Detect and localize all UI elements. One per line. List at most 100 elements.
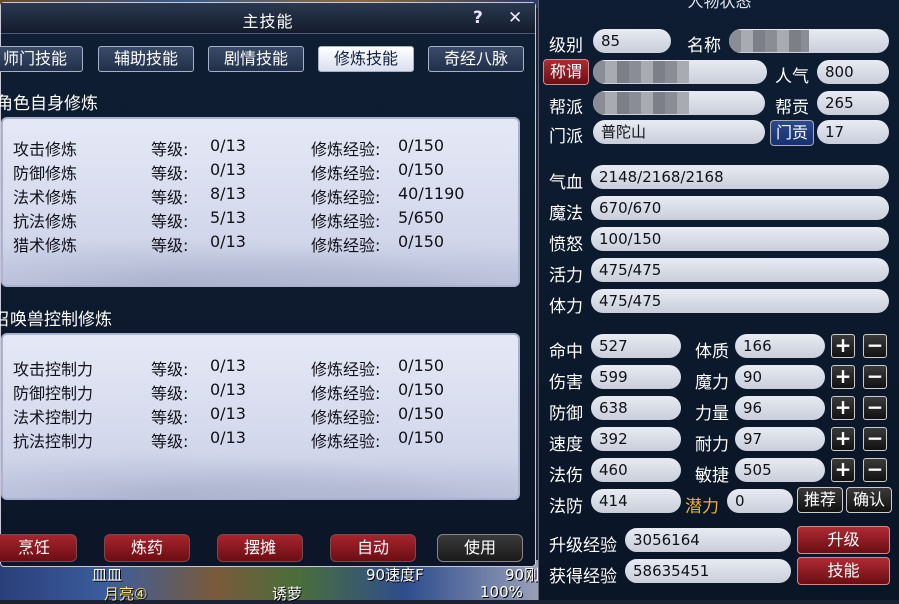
table-row[interactable]: 攻击修炼 等级: 0/13 修炼经验: 0/150 bbox=[13, 136, 513, 160]
skill-name: 防御控制力 bbox=[13, 384, 94, 403]
tab-assist-skills[interactable]: 辅助技能 bbox=[98, 46, 194, 72]
exp-value: 0/150 bbox=[398, 404, 445, 423]
exp-label: 修炼经验: bbox=[311, 384, 381, 403]
potential-label: 潜力 bbox=[685, 497, 719, 517]
plus-icon[interactable]: + bbox=[831, 427, 855, 451]
school-label: 门派 bbox=[549, 127, 583, 147]
skill-window-title: 主技能 bbox=[242, 12, 294, 31]
exp-value: 0/150 bbox=[398, 356, 445, 375]
vital-label-stamina: 体力 bbox=[549, 297, 583, 317]
scene-text: 诱萝 bbox=[272, 585, 303, 603]
level-value: 0/13 bbox=[210, 428, 246, 447]
level-label: 等级: bbox=[151, 140, 189, 159]
redacted-gang bbox=[593, 92, 689, 114]
table-row[interactable]: 法术修炼 等级: 8/13 修炼经验: 40/1190 bbox=[13, 184, 513, 208]
title-field bbox=[593, 60, 767, 84]
level-value: 0/13 bbox=[210, 160, 246, 179]
level-label: 等级: bbox=[151, 164, 189, 183]
table-row[interactable]: 防御修炼 等级: 0/13 修炼经验: 0/150 bbox=[13, 160, 513, 184]
vital-label-mp: 魔法 bbox=[549, 204, 583, 224]
skill-window-titlebar[interactable]: 主技能 ? ✕ bbox=[1, 3, 535, 34]
character-status-window: 人物状态 级别 85 名称 称谓 人气 800 帮派 帮贡 265 门派 普陀山… bbox=[538, 0, 899, 600]
skill-name: 攻击修炼 bbox=[13, 140, 78, 159]
vital-label-rage: 愤怒 bbox=[549, 235, 583, 255]
level-label: 等级: bbox=[151, 408, 189, 427]
school-contrib-button[interactable]: 门贡 bbox=[770, 120, 814, 146]
level-value: 0/13 bbox=[210, 136, 246, 155]
popularity-field: 800 bbox=[817, 60, 889, 84]
alchemy-button[interactable]: 炼药 bbox=[104, 534, 190, 562]
minus-icon[interactable]: − bbox=[863, 365, 887, 389]
minus-icon[interactable]: − bbox=[863, 334, 887, 358]
stat-label-magic-defense: 法防 bbox=[549, 497, 583, 517]
exp-value: 0/150 bbox=[398, 136, 445, 155]
minus-icon[interactable]: − bbox=[863, 427, 887, 451]
auto-button[interactable]: 自动 bbox=[330, 534, 416, 562]
self-cultivation-card: 攻击修炼 等级: 0/13 修炼经验: 0/150 防御修炼 等级: 0/13 … bbox=[1, 117, 520, 287]
plus-icon[interactable]: + bbox=[831, 365, 855, 389]
table-row[interactable]: 法术控制力 等级: 0/13 修炼经验: 0/150 bbox=[13, 404, 513, 428]
exp-value: 5/650 bbox=[398, 208, 445, 227]
level-value: 5/13 bbox=[210, 208, 246, 227]
table-row[interactable]: 抗法修炼 等级: 5/13 修炼经验: 5/650 bbox=[13, 208, 513, 232]
minus-icon[interactable]: − bbox=[863, 458, 887, 482]
attr-field-magic: 90 bbox=[735, 365, 825, 389]
contribution-label: 帮贡 bbox=[775, 98, 809, 118]
name-label: 名称 bbox=[687, 36, 721, 56]
exp-label: 修炼经验: bbox=[311, 164, 381, 183]
use-button[interactable]: 使用 bbox=[437, 534, 523, 562]
stat-label-defense: 防御 bbox=[549, 404, 583, 424]
table-row[interactable]: 抗法控制力 等级: 0/13 修炼经验: 0/150 bbox=[13, 428, 513, 452]
level-label: 等级: bbox=[151, 384, 189, 403]
title-button[interactable]: 称谓 bbox=[543, 59, 589, 85]
plus-icon[interactable]: + bbox=[831, 458, 855, 482]
attr-field-strength: 96 bbox=[735, 396, 825, 420]
skill-name: 攻击控制力 bbox=[13, 360, 94, 379]
stat-field-magic-damage: 460 bbox=[591, 458, 681, 482]
pet-control-card: 攻击控制力 等级: 0/13 修炼经验: 0/150 防御控制力 等级: 0/1… bbox=[1, 333, 520, 500]
exp-value: 40/1190 bbox=[398, 184, 465, 203]
redacted-title bbox=[593, 61, 689, 83]
upgrade-button[interactable]: 升级 bbox=[797, 526, 890, 554]
exp-label: 修炼经验: bbox=[311, 188, 381, 207]
tab-school-skills[interactable]: 师门技能 bbox=[0, 46, 83, 72]
attr-label-agility: 敏捷 bbox=[695, 466, 729, 486]
stat-label-speed: 速度 bbox=[549, 435, 583, 455]
cooking-button[interactable]: 烹饪 bbox=[0, 534, 77, 562]
minus-icon[interactable]: − bbox=[863, 396, 887, 420]
close-icon[interactable]: ✕ bbox=[508, 8, 522, 28]
table-row[interactable]: 猎术修炼 等级: 0/13 修炼经验: 0/150 bbox=[13, 232, 513, 256]
attr-field-agility: 505 bbox=[735, 458, 825, 482]
exp-label: 修炼经验: bbox=[311, 408, 381, 427]
gained-exp-label: 获得经验 bbox=[549, 567, 617, 587]
upgrade-exp-field: 3056164 bbox=[625, 528, 791, 552]
status-window-title: 人物状态 bbox=[687, 0, 752, 11]
stat-field-speed: 392 bbox=[591, 427, 681, 451]
skill-name: 抗法修炼 bbox=[13, 212, 78, 231]
skills-button[interactable]: 技能 bbox=[797, 557, 890, 585]
recommend-button[interactable]: 推荐 bbox=[797, 487, 843, 513]
stat-label-damage: 伤害 bbox=[549, 373, 583, 393]
exp-label: 修炼经验: bbox=[311, 140, 381, 159]
plus-icon[interactable]: + bbox=[831, 396, 855, 420]
stat-field-defense: 638 bbox=[591, 396, 681, 420]
level-label: 等级: bbox=[151, 360, 189, 379]
scene-text: 皿皿 bbox=[92, 566, 123, 584]
attr-field-endurance: 97 bbox=[735, 427, 825, 451]
skill-name: 法术修炼 bbox=[13, 188, 78, 207]
scene-text: 月亮④ bbox=[104, 585, 148, 603]
attr-field-constitution: 166 bbox=[735, 334, 825, 358]
help-button[interactable]: ? bbox=[473, 8, 483, 28]
level-label: 等级: bbox=[151, 212, 189, 231]
stall-button[interactable]: 摆摊 bbox=[217, 534, 303, 562]
tab-cultivation-skills[interactable]: 修炼技能 bbox=[318, 46, 414, 72]
tab-story-skills[interactable]: 剧情技能 bbox=[208, 46, 304, 72]
section-heading-pet: 召唤兽控制修炼 bbox=[0, 310, 112, 330]
redacted-name bbox=[729, 30, 809, 52]
table-row[interactable]: 攻击控制力 等级: 0/13 修炼经验: 0/150 bbox=[13, 356, 513, 380]
plus-icon[interactable]: + bbox=[831, 334, 855, 358]
attr-label-strength: 力量 bbox=[695, 404, 729, 424]
confirm-button[interactable]: 确认 bbox=[846, 487, 892, 513]
tab-meridians[interactable]: 奇经八脉 bbox=[428, 46, 524, 72]
table-row[interactable]: 防御控制力 等级: 0/13 修炼经验: 0/150 bbox=[13, 380, 513, 404]
